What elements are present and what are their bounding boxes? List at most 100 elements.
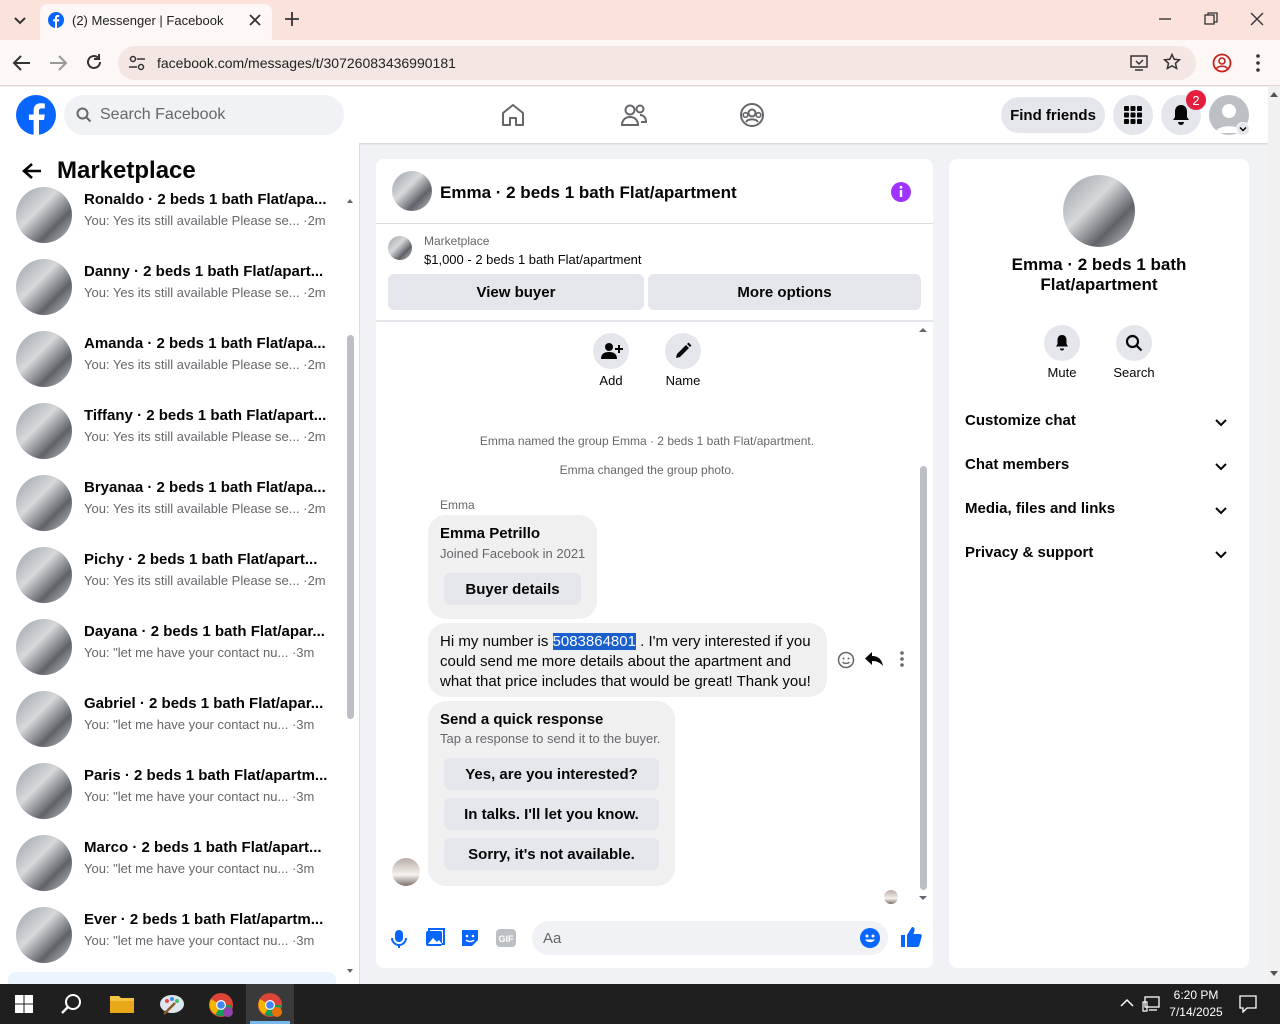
paint-app-icon[interactable] xyxy=(159,992,185,1016)
close-tab-icon[interactable] xyxy=(248,13,262,27)
conversation-name: Gabriel · 2 beds 1 bath Flat/apar... xyxy=(84,695,324,712)
url-text: facebook.com/messages/t/3072608343699018… xyxy=(157,55,456,71)
conversation-name: Ronaldo · 2 beds 1 bath Flat/apa... xyxy=(84,191,327,208)
restore-icon[interactable] xyxy=(1204,12,1218,26)
conversation-name: Pichy · 2 beds 1 bath Flat/apart... xyxy=(84,551,318,568)
customize-chat-section[interactable]: Customize chat xyxy=(965,412,1233,436)
media-files-links-section[interactable]: Media, files and links xyxy=(965,500,1233,524)
page-scrollbar[interactable] xyxy=(1268,87,1280,984)
quick-reply-interested[interactable]: Yes, are you interested? xyxy=(444,758,659,790)
quick-reply-in-talks[interactable]: In talks. I'll let you know. xyxy=(444,798,659,830)
buyer-avatar[interactable] xyxy=(392,858,420,886)
windows-start-icon[interactable] xyxy=(15,995,33,1013)
gif-icon[interactable]: GIF xyxy=(496,929,516,947)
conversation-name: Amanda · 2 beds 1 bath Flat/apa... xyxy=(84,335,326,352)
buyer-details-button[interactable]: Buyer details xyxy=(444,573,581,605)
conversation-item[interactable]: Gabriel · 2 beds 1 bath Flat/apar... You:… xyxy=(16,687,326,751)
microphone-icon[interactable] xyxy=(391,929,407,949)
search-chat-button[interactable] xyxy=(1116,325,1152,361)
reload-icon[interactable] xyxy=(85,53,103,71)
clock-time[interactable]: 6:20 PM xyxy=(1162,988,1230,1002)
taskbar-search-icon[interactable] xyxy=(61,993,83,1015)
home-icon[interactable] xyxy=(500,102,526,128)
chat-avatar[interactable] xyxy=(392,171,432,211)
conversation-info-icon[interactable] xyxy=(890,181,912,203)
more-options-button[interactable]: More options xyxy=(648,274,921,310)
search-facebook-input[interactable]: Search Facebook xyxy=(64,95,344,135)
site-settings-icon[interactable] xyxy=(128,55,146,71)
file-explorer-icon[interactable] xyxy=(110,994,134,1014)
conversation-preview-text: You: "let me have your contact nu... xyxy=(84,717,289,732)
menu-grid-button[interactable] xyxy=(1113,95,1153,135)
profile-icon[interactable] xyxy=(1212,53,1232,73)
bookmark-star-icon[interactable] xyxy=(1163,53,1181,71)
bell-icon xyxy=(1054,334,1070,352)
groups-icon[interactable] xyxy=(739,102,765,128)
conversation-name: Paris · 2 beds 1 bath Flat/apartm... xyxy=(84,767,328,784)
privacy-support-section[interactable]: Privacy & support xyxy=(965,544,1233,568)
selected-conversation[interactable] xyxy=(8,972,336,984)
mute-button[interactable] xyxy=(1044,325,1080,361)
react-smiley-icon[interactable] xyxy=(837,651,855,669)
chevron-down-icon xyxy=(1215,551,1227,559)
chat-title[interactable]: Emma · 2 beds 1 bath Flat/apartment xyxy=(440,183,737,203)
back-arrow-icon[interactable] xyxy=(12,54,32,72)
close-window-icon[interactable] xyxy=(1250,12,1264,26)
find-friends-button[interactable]: Find friends xyxy=(1001,97,1105,133)
chat-scrollbar[interactable] xyxy=(917,324,929,904)
listing-detail[interactable]: $1,000 - 2 beds 1 bath Flat/apartment xyxy=(424,252,642,267)
conversation-item[interactable]: Paris · 2 beds 1 bath Flat/apartm... You:… xyxy=(16,759,328,823)
quick-response-bubble: Send a quick response Tap a response to … xyxy=(428,701,675,886)
message-bubble[interactable]: Hi my number is 5083864801 . I'm very in… xyxy=(428,623,827,697)
conversation-avatar xyxy=(16,403,72,459)
minimize-icon[interactable] xyxy=(1158,12,1172,26)
action-center-icon[interactable] xyxy=(1239,995,1257,1013)
conversation-item[interactable]: Amanda · 2 beds 1 bath Flat/apa... You: Y… xyxy=(16,327,326,391)
account-chevron-icon[interactable] xyxy=(1236,122,1250,136)
buyer-card-bubble: Emma Petrillo Joined Facebook in 2021 Bu… xyxy=(428,515,597,619)
chrome-profile-1-icon[interactable] xyxy=(208,992,234,1018)
chat-panel: Emma · 2 beds 1 bath Flat/apartment Mark… xyxy=(376,159,933,968)
conversation-item[interactable]: Ever · 2 beds 1 bath Flat/apartm... You: … xyxy=(16,903,326,967)
edit-name-button[interactable] xyxy=(665,333,701,369)
facebook-logo-icon[interactable] xyxy=(16,95,56,135)
sidebar-scrollbar[interactable] xyxy=(344,193,356,977)
install-app-icon[interactable] xyxy=(1130,54,1150,72)
reply-icon[interactable] xyxy=(864,650,884,668)
conversation-item[interactable]: Tiffany · 2 beds 1 bath Flat/apart... You… xyxy=(16,399,326,463)
conversation-item[interactable]: Dayana · 2 beds 1 bath Flat/apar... You: … xyxy=(16,615,326,679)
info-avatar[interactable] xyxy=(1063,175,1135,247)
more-actions-icon[interactable] xyxy=(900,651,904,667)
conversation-item[interactable]: Marco · 2 beds 1 bath Flat/apart... You: … xyxy=(16,831,326,895)
message-input[interactable]: Aa xyxy=(532,921,888,955)
photo-icon[interactable] xyxy=(425,928,445,948)
conversation-time: ·3m xyxy=(291,861,315,876)
omnibox[interactable]: facebook.com/messages/t/3072608343699018… xyxy=(118,46,1196,80)
browser-tab[interactable]: (2) Messenger | Facebook xyxy=(40,4,272,40)
tab-list-chevron-icon[interactable] xyxy=(10,10,30,30)
conversation-item[interactable]: Ronaldo · 2 beds 1 bath Flat/apa... You: … xyxy=(16,183,327,247)
message-line2: could send me more details about the apa… xyxy=(440,653,792,670)
pencil-icon xyxy=(674,342,692,360)
conversation-time: ·2m xyxy=(303,501,326,516)
friends-icon[interactable] xyxy=(620,102,648,128)
like-thumb-icon[interactable] xyxy=(900,926,922,948)
conversation-item[interactable]: Bryanaa · 2 beds 1 bath Flat/apa... You: … xyxy=(16,471,326,535)
conversation-item[interactable]: Danny · 2 beds 1 bath Flat/apart... You: … xyxy=(16,255,326,319)
chat-members-section[interactable]: Chat members xyxy=(965,456,1233,480)
new-tab-icon[interactable] xyxy=(284,11,300,27)
add-people-button[interactable] xyxy=(593,333,629,369)
conversation-item[interactable]: Pichy · 2 beds 1 bath Flat/apart... You: … xyxy=(16,543,326,607)
message-input-placeholder: Aa xyxy=(543,930,562,947)
forward-arrow-icon[interactable] xyxy=(48,54,68,72)
sticker-icon[interactable] xyxy=(460,928,480,948)
emoji-icon[interactable] xyxy=(860,928,880,948)
quick-reply-not-available[interactable]: Sorry, it's not available. xyxy=(444,838,659,870)
network-icon[interactable] xyxy=(1142,996,1160,1012)
chrome-active-app[interactable] xyxy=(246,984,294,1024)
view-buyer-button[interactable]: View buyer xyxy=(388,274,644,310)
clock-date[interactable]: 7/14/2025 xyxy=(1162,1005,1230,1019)
tray-chevron-up-icon[interactable] xyxy=(1120,998,1134,1008)
conversation-preview: You: "let me have your contact nu... ·3m xyxy=(84,789,314,804)
browser-menu-icon[interactable] xyxy=(1256,54,1260,72)
